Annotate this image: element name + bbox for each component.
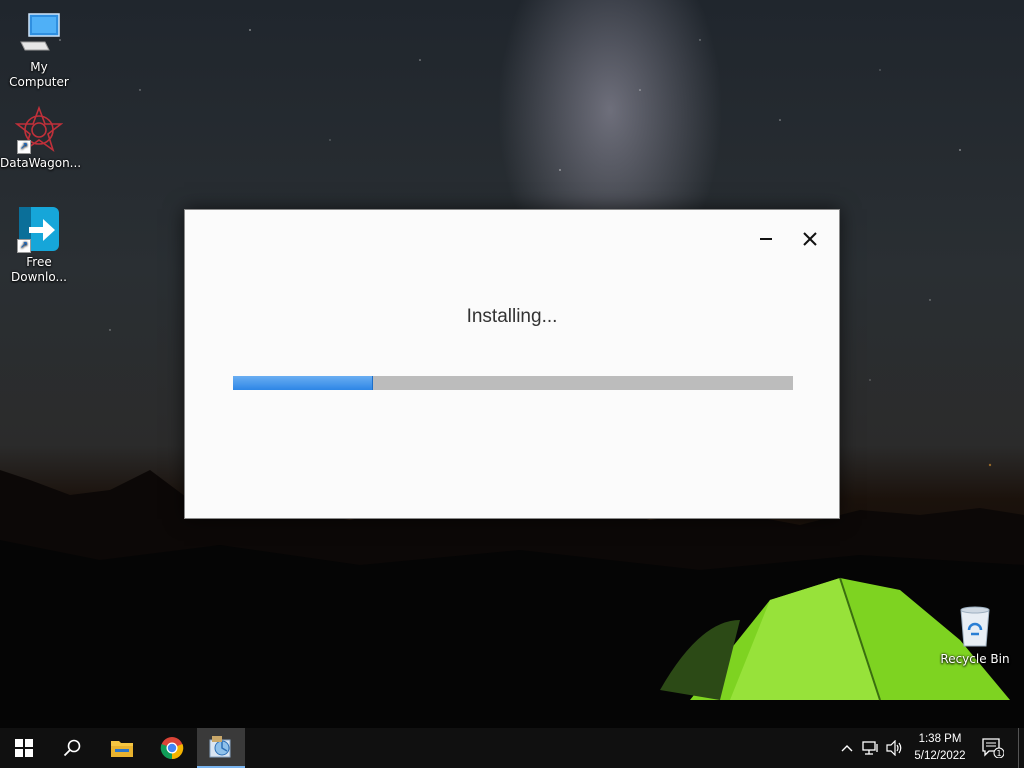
start-icon bbox=[15, 739, 33, 757]
install-status-text: Installing... bbox=[466, 306, 558, 327]
chevron-up-icon bbox=[841, 745, 853, 752]
free-download-manager-icon: ↗ bbox=[15, 205, 63, 253]
minimize-icon bbox=[760, 238, 772, 240]
show-hidden-icons-button[interactable] bbox=[838, 728, 856, 768]
installer-dialog: Installing... bbox=[184, 209, 840, 519]
recycle-bin-icon bbox=[951, 602, 999, 650]
clock-date: 5/12/2022 bbox=[914, 750, 966, 762]
volume-button[interactable] bbox=[884, 728, 906, 768]
datawagon-icon: ↗ bbox=[14, 105, 64, 154]
file-explorer-icon bbox=[111, 741, 133, 757]
chrome-icon bbox=[160, 737, 184, 760]
desktop-icon-my-computer[interactable]: My Computer bbox=[0, 10, 78, 90]
notification-icon: 1 bbox=[982, 738, 1004, 758]
desktop-icon-free-download[interactable]: ↗ Free Downlo... bbox=[0, 205, 78, 285]
search-button[interactable] bbox=[48, 728, 96, 768]
desktop-icon-label: Free Downlo... bbox=[11, 255, 67, 284]
computer-icon bbox=[15, 10, 63, 58]
file-explorer-button[interactable] bbox=[98, 728, 146, 768]
minimize-button[interactable] bbox=[751, 224, 781, 254]
close-icon bbox=[803, 232, 817, 246]
desktop-icon-datawagon[interactable]: ↗ DataWagon... bbox=[0, 105, 82, 171]
notification-count: 1 bbox=[996, 749, 1001, 758]
shortcut-arrow-icon: ↗ bbox=[17, 239, 31, 253]
chrome-button[interactable] bbox=[148, 728, 196, 768]
taskbar: 1:38 PM 5/12/2022 1 bbox=[0, 728, 1024, 768]
shortcut-arrow-icon: ↗ bbox=[17, 140, 31, 154]
desktop-icon-label: My Computer bbox=[9, 60, 69, 89]
volume-icon bbox=[886, 740, 902, 756]
install-progress-bar bbox=[233, 376, 793, 390]
desktop-icon-label: DataWagon... bbox=[0, 156, 82, 170]
clock-time: 1:38 PM bbox=[918, 733, 962, 745]
installer-taskbar-button[interactable] bbox=[197, 728, 245, 768]
install-progress-fill bbox=[233, 376, 373, 390]
show-desktop-button[interactable] bbox=[1018, 728, 1024, 768]
network-icon bbox=[862, 741, 878, 755]
start-button[interactable] bbox=[0, 728, 48, 768]
desktop-icon-label: Recycle Bin bbox=[940, 652, 1010, 666]
installer-icon bbox=[209, 736, 231, 758]
close-button[interactable] bbox=[795, 224, 825, 254]
search-icon bbox=[63, 739, 81, 757]
action-center-button[interactable]: 1 bbox=[978, 728, 1008, 768]
taskbar-clock[interactable]: 1:38 PM 5/12/2022 bbox=[904, 731, 976, 765]
desktop-icon-recycle-bin[interactable]: Recycle Bin bbox=[936, 602, 1014, 667]
network-button[interactable] bbox=[860, 728, 882, 768]
